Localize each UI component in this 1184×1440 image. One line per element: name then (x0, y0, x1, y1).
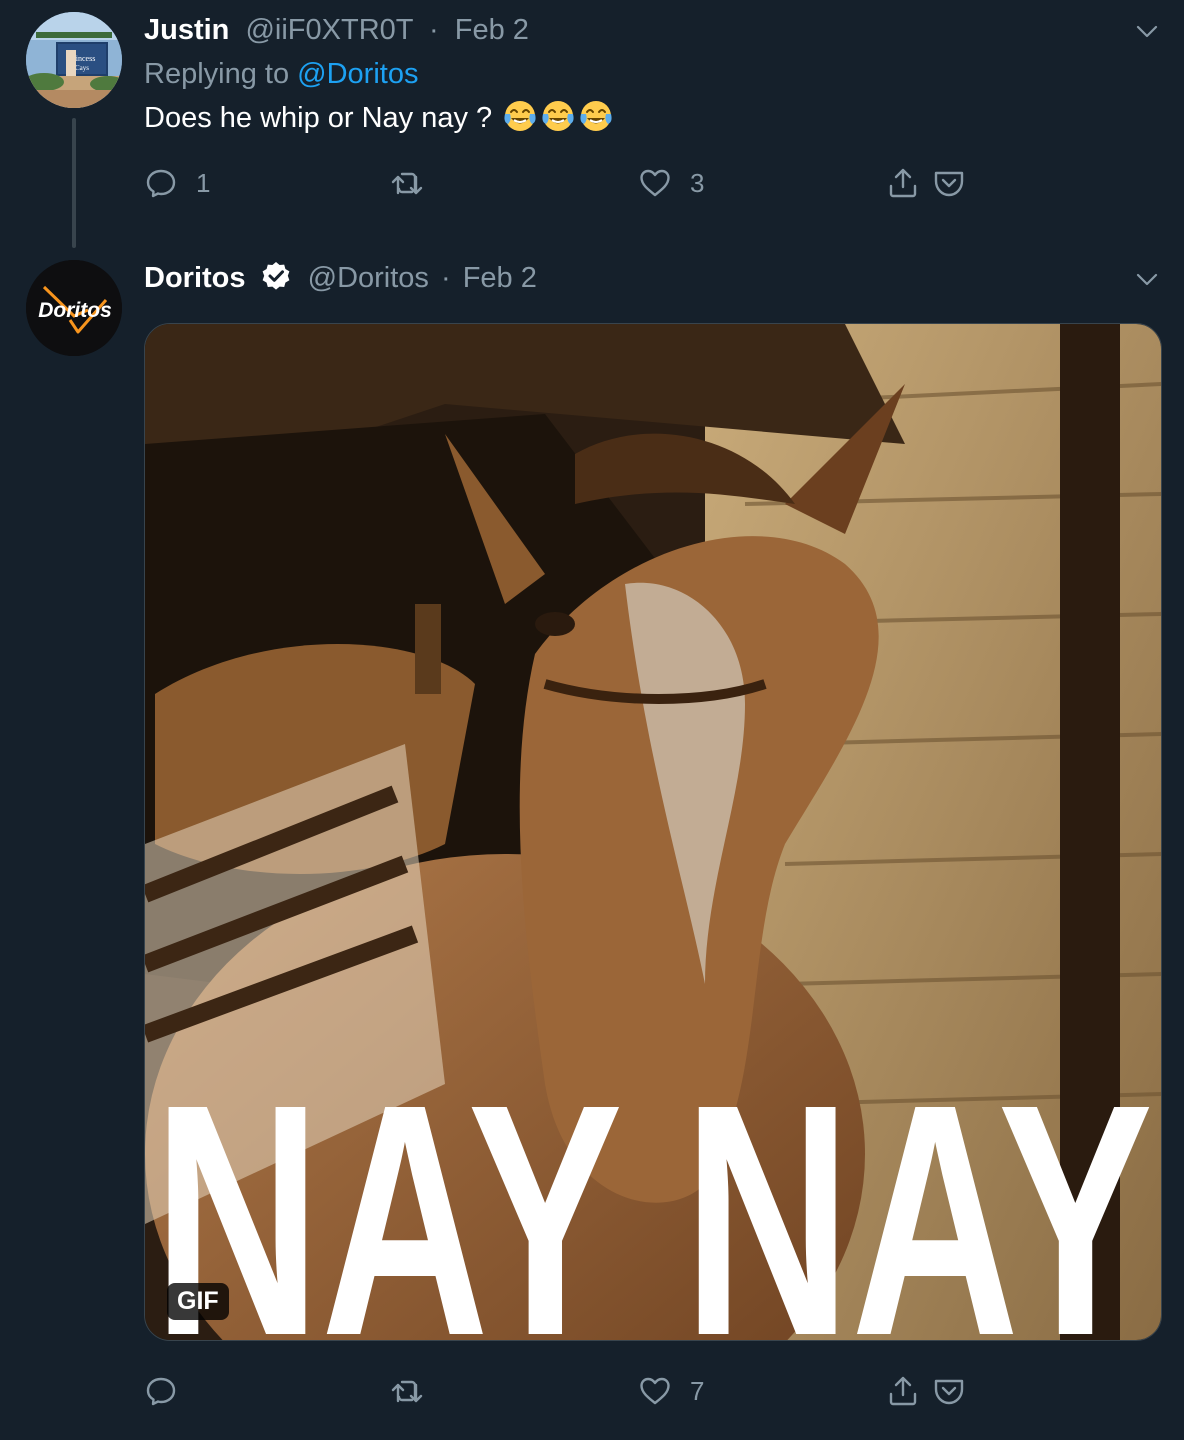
doritos-logo: Doritos (26, 260, 122, 356)
heart-icon (640, 169, 670, 197)
tweet-actions: 1 3 (144, 166, 1024, 206)
replying-to-line: Replying to @Doritos (144, 56, 418, 92)
like-count: 3 (690, 167, 705, 198)
like-button[interactable]: 3 (638, 166, 704, 200)
save-to-pocket-button[interactable] (932, 1374, 966, 1408)
avatar[interactable]: Princess Cays (26, 12, 122, 108)
chevron-down-icon (1136, 25, 1158, 38)
separator-dot: · (429, 14, 439, 46)
horse-gif-frame: NAY NAY (145, 324, 1161, 1340)
avatar-sign-line-2: Cays (75, 64, 89, 72)
heart-icon (640, 1377, 670, 1405)
reply-button[interactable] (144, 1374, 196, 1408)
display-name[interactable]: Justin (144, 14, 229, 46)
pocket-icon (934, 1379, 964, 1405)
like-count: 7 (690, 1375, 705, 1406)
replying-to-label: Replying to (144, 58, 290, 90)
replying-to-handle-link[interactable]: @Doritos (297, 58, 418, 90)
like-button[interactable]: 7 (638, 1374, 704, 1408)
tweet-doritos[interactable]: Doritos Doritos @Doritos · Feb 2 NAY NAY… (0, 250, 1184, 1440)
chevron-down-icon (1136, 273, 1158, 286)
more-options-caret[interactable] (1134, 18, 1160, 44)
avatar[interactable]: Doritos (26, 260, 122, 356)
reply-icon (146, 169, 176, 198)
tweet-actions: 7 (144, 1374, 1024, 1414)
tweet-date[interactable]: Feb 2 (455, 14, 529, 46)
gif-overlay-text: NAY NAY (153, 1035, 1153, 1340)
share-icon (889, 168, 917, 198)
reply-count: 1 (196, 167, 211, 198)
more-options-caret[interactable] (1134, 266, 1160, 292)
avatar-photo: Princess Cays (26, 12, 122, 108)
separator-dot: · (440, 262, 451, 294)
tweet-justin[interactable]: Princess Cays Justin @iiF0XTR0T · Feb 2 … (0, 0, 1184, 250)
face-with-tears-of-joy-emoji-icon (504, 101, 536, 131)
reply-icon (146, 1377, 176, 1406)
verified-badge-icon (260, 260, 292, 292)
face-with-tears-of-joy-emoji-icon (542, 101, 574, 131)
gif-media[interactable]: NAY NAY GIF (144, 323, 1162, 1341)
retweet-icon (391, 1380, 423, 1403)
display-name[interactable]: Doritos (144, 262, 246, 294)
face-with-tears-of-joy-emoji-icon (580, 101, 612, 131)
share-icon (889, 1376, 917, 1406)
share-button[interactable] (886, 1374, 920, 1408)
tweet-header: Justin @iiF0XTR0T · Feb 2 (144, 12, 529, 48)
tweet-text-content: Does he whip or Nay nay ? (144, 102, 493, 134)
save-to-pocket-button[interactable] (932, 166, 966, 200)
retweet-button[interactable] (390, 166, 442, 200)
tweet-text: Does he whip or Nay nay ? (144, 98, 614, 136)
retweet-icon (391, 172, 423, 195)
retweet-button[interactable] (390, 1374, 442, 1408)
user-handle[interactable]: @Doritos (308, 262, 429, 294)
user-handle[interactable]: @iiF0XTR0T (245, 14, 413, 46)
thread-connector-line (72, 118, 76, 248)
reply-button[interactable]: 1 (144, 166, 210, 200)
share-button[interactable] (886, 166, 920, 200)
tweet-header: Doritos @Doritos · Feb 2 (144, 260, 537, 296)
tweet-date[interactable]: Feb 2 (463, 262, 537, 294)
doritos-logo-wordmark: Doritos (38, 299, 112, 322)
gif-badge: GIF (167, 1283, 229, 1320)
pocket-icon (934, 171, 964, 197)
emoji-group (500, 101, 614, 134)
